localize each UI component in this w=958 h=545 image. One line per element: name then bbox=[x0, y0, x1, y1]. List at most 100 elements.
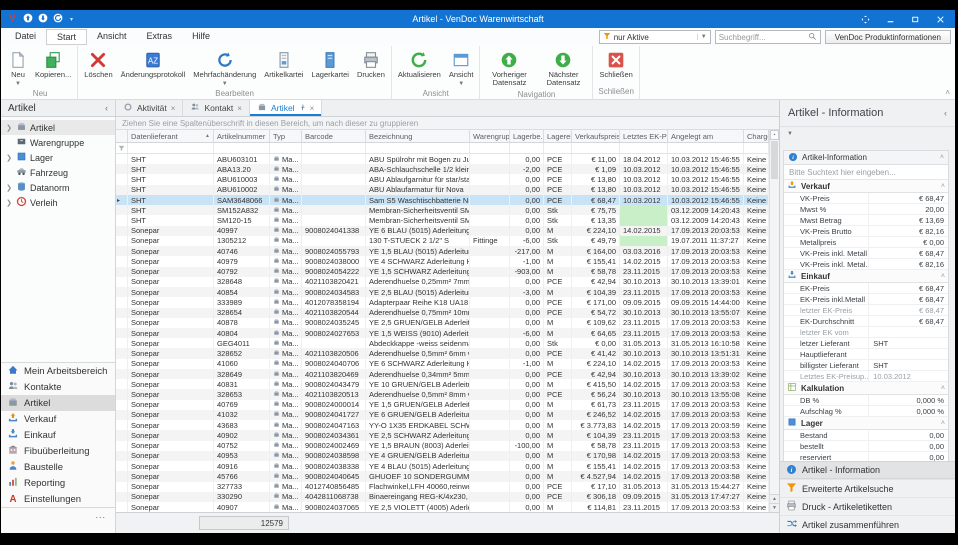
table-row[interactable]: Sonepar40804Ma...9008024027653YE 1,5 WEI… bbox=[116, 328, 769, 338]
panel-tab-artikel-information[interactable]: iArtikel - Information bbox=[780, 461, 955, 479]
tab-kontakt[interactable]: Kontakt× bbox=[183, 100, 250, 116]
sidebar-item-kontakte[interactable]: Kontakte bbox=[1, 379, 115, 395]
view-button[interactable]: Ansicht▼ bbox=[445, 49, 478, 89]
table-row[interactable]: Sonepar40979Ma...9008024038000YE 4 SCHWA… bbox=[116, 256, 769, 266]
chevron-up-icon[interactable]: ˄ bbox=[941, 385, 945, 392]
sidebar-item-reporting[interactable]: Reporting bbox=[1, 475, 115, 491]
close-view-button[interactable]: Schließen bbox=[595, 49, 636, 81]
refresh-button[interactable]: Aktualisieren bbox=[394, 49, 445, 81]
column-header-9[interactable]: Letztes EK-Preisup... bbox=[620, 130, 668, 142]
restore-button[interactable] bbox=[911, 15, 920, 24]
table-row[interactable]: Sonepar327733Ma...4012740856485Flachwink… bbox=[116, 482, 769, 492]
product-info-button[interactable]: VenDoc Produktinformationen bbox=[825, 30, 951, 44]
lagerkartei-button[interactable]: Lagerkartei bbox=[307, 49, 353, 81]
sidebar-item-einkauf[interactable]: Einkauf bbox=[1, 427, 115, 443]
sidebar-more-button[interactable]: ... bbox=[1, 507, 115, 522]
filter-cell[interactable] bbox=[470, 143, 510, 153]
scrollbar-down-icon[interactable]: ▼ bbox=[770, 503, 779, 512]
menu-item-ansicht[interactable]: Ansicht bbox=[87, 29, 137, 45]
table-row[interactable]: Sonepar40902Ma...9008024034361YE 2,5 SCH… bbox=[116, 430, 769, 440]
table-row[interactable]: Sonepar333989Ma...4012078358194Adapterpa… bbox=[116, 297, 769, 307]
filter-combo[interactable]: nur Aktive ▼ bbox=[599, 30, 711, 44]
table-row[interactable]: Sonepar40997Ma...9008024041338YE 6 BLAU … bbox=[116, 226, 769, 236]
table-row[interactable]: SoneparGEG4011Ma...Abdeckkappe -weiss se… bbox=[116, 338, 769, 348]
sidebar-item-mein-arbeitsbereich[interactable]: Mein Arbeitsbereich bbox=[1, 363, 115, 379]
column-header-8[interactable]: Verkaufspreis N... bbox=[572, 130, 620, 142]
table-row[interactable]: Sonepar45766Ma...9008024040645GHUOEF 10 … bbox=[116, 471, 769, 481]
qat-down-icon[interactable] bbox=[38, 10, 48, 28]
table-row[interactable]: Sonepar41060Ma...9008024040706YE 6 SCHWA… bbox=[116, 359, 769, 369]
tree-item-lager[interactable]: ❯Lager bbox=[1, 150, 115, 165]
info-group-header-einkauf[interactable]: Einkauf˄ bbox=[784, 270, 948, 283]
info-group-header-verkauf[interactable]: Verkauf˄ bbox=[784, 180, 948, 193]
qat-refresh-icon[interactable] bbox=[53, 10, 63, 28]
menu-item-extras[interactable]: Extras bbox=[137, 29, 183, 45]
table-row[interactable]: Sonepar41032Ma...9008024041727YE 6 GRUEN… bbox=[116, 410, 769, 420]
tab-close-icon[interactable]: × bbox=[237, 104, 242, 113]
collapse-left-icon[interactable]: ‹ bbox=[105, 103, 108, 113]
table-row[interactable]: Sonepar40746Ma...9008024055793YE 1,5 BLA… bbox=[116, 246, 769, 256]
table-row[interactable]: Sonepar40831Ma...9008024043479YE 10 GRUE… bbox=[116, 379, 769, 389]
table-row[interactable]: Sonepar40854Ma...9008024034583YE 2,5 BLA… bbox=[116, 287, 769, 297]
filter-cell[interactable] bbox=[510, 143, 544, 153]
filter-cell[interactable] bbox=[544, 143, 572, 153]
filter-cell[interactable] bbox=[620, 143, 668, 153]
filter-cell[interactable] bbox=[128, 143, 214, 153]
scrollbar-up-icon[interactable]: ▲ bbox=[770, 494, 779, 503]
chevron-up-icon[interactable]: ˄ bbox=[941, 183, 945, 190]
fullscreen-button[interactable] bbox=[861, 15, 870, 24]
tab-artikel[interactable]: Artikel× bbox=[250, 100, 322, 116]
next-record-button[interactable]: Nächster Datensatz bbox=[536, 49, 590, 90]
filter-cell[interactable] bbox=[270, 143, 302, 153]
table-row[interactable]: Sonepar330290Ma...4042811068738Binaerein… bbox=[116, 492, 769, 502]
table-row[interactable]: Sonepar328649Ma...4021103820469Aderendhu… bbox=[116, 369, 769, 379]
chevron-up-icon[interactable]: ˄ bbox=[941, 420, 945, 427]
table-row[interactable]: Sonepar1305212Ma...130 T-STUECK 2 1/2" S… bbox=[116, 236, 769, 246]
multi-edit-button[interactable]: Mehrfachänderung▼ bbox=[189, 49, 260, 89]
filter-cell[interactable] bbox=[572, 143, 620, 153]
close-button[interactable] bbox=[936, 15, 945, 24]
search-input[interactable] bbox=[719, 33, 808, 42]
tab-close-icon[interactable]: × bbox=[171, 104, 176, 113]
tree-item-artikel[interactable]: ❯Artikel bbox=[1, 120, 115, 135]
table-row[interactable]: Sonepar328654Ma...4021103820544Aderendhu… bbox=[116, 308, 769, 318]
expand-icon[interactable]: ❯ bbox=[5, 199, 13, 207]
tree-item-datanorm[interactable]: ❯Datanorm bbox=[1, 180, 115, 195]
info-panel-toolbar[interactable]: ▼ bbox=[780, 126, 955, 140]
print-button[interactable]: Drucken bbox=[353, 49, 389, 81]
ribbon-collapse-icon[interactable]: ˄ bbox=[945, 88, 950, 97]
qat-up-icon[interactable] bbox=[23, 10, 33, 28]
tree-item-verleih[interactable]: ❯Verleih bbox=[1, 195, 115, 210]
column-header-5[interactable]: Warengruppe bbox=[470, 130, 510, 142]
chevron-up-icon[interactable]: ˄ bbox=[940, 154, 944, 161]
table-row[interactable]: ▸SHTSAM3648066Ma...Sam S5 Waschtischbatt… bbox=[116, 195, 769, 205]
scrollbar-thumb[interactable] bbox=[771, 141, 778, 179]
column-header-6[interactable]: Lagerbe... bbox=[510, 130, 544, 142]
table-row[interactable]: Sonepar40752Ma...9008024002469YE 1,5 BRA… bbox=[116, 441, 769, 451]
artikelkartei-button[interactable]: Artikelkartei bbox=[260, 49, 307, 81]
info-group-header-kalkulation[interactable]: Kalkulation˄ bbox=[784, 382, 948, 395]
scrollbar-filter-button[interactable]: ▪ bbox=[770, 130, 779, 140]
column-header-0[interactable]: Datenlieferant▲ bbox=[128, 130, 214, 142]
table-row[interactable]: Sonepar328653Ma...4021103820513Aderendhu… bbox=[116, 389, 769, 399]
column-header-4[interactable]: Bezeichnung bbox=[366, 130, 470, 142]
table-row[interactable]: SHTABU610003Ma...ABU Ablaufgarnitur für … bbox=[116, 174, 769, 184]
tree-item-fahrzeug[interactable]: Fahrzeug bbox=[1, 165, 115, 180]
column-header-11[interactable]: Chargenv... bbox=[744, 130, 769, 142]
column-header-7[interactable]: Lagerein... bbox=[544, 130, 572, 142]
table-row[interactable]: Sonepar328652Ma...4021103820506Aderendhu… bbox=[116, 348, 769, 358]
filter-funnel-icon[interactable] bbox=[116, 143, 128, 153]
sidebar-item-einstellungen[interactable]: AEinstellungen bbox=[1, 491, 115, 507]
panel-tab-erweiterte-artikelsuche[interactable]: Erweiterte Artikelsuche bbox=[780, 479, 955, 497]
panel-tab-druck-artikeletiketten[interactable]: Druck - Artikeletiketten bbox=[780, 497, 955, 515]
info-group-header-lager[interactable]: Lager˄ bbox=[784, 417, 948, 430]
column-header-2[interactable]: Typ bbox=[270, 130, 302, 142]
column-header-3[interactable]: Barcode bbox=[302, 130, 366, 142]
column-header-1[interactable]: Artikelnummer bbox=[214, 130, 270, 142]
tree-item-warengruppe[interactable]: Warengruppe bbox=[1, 135, 115, 150]
search-icon[interactable] bbox=[808, 28, 817, 46]
table-row[interactable]: Sonepar40907Ma...9008024037065YE 2,5 VIO… bbox=[116, 502, 769, 512]
table-row[interactable]: Sonepar40878Ma...9008024035245YE 2,5 GRU… bbox=[116, 318, 769, 328]
table-row[interactable]: Sonepar40769Ma...9008024000014YE 1,5 GRU… bbox=[116, 400, 769, 410]
new-button[interactable]: Neu▼ bbox=[5, 49, 31, 89]
